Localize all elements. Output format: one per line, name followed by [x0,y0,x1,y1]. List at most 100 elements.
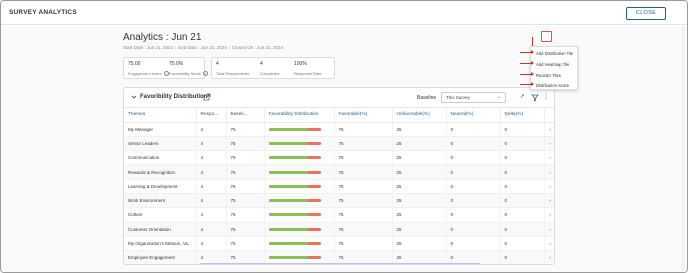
favorable-cell: 75 [334,236,393,252]
favorable-segment [268,184,308,188]
chevron-right-icon[interactable]: › [549,241,551,246]
column-header-baseline[interactable]: Baseli... [226,108,265,123]
table-row[interactable]: Work Environment 4 75 75 25 0 0 › [124,193,554,209]
chevron-right-icon[interactable]: › [549,198,551,203]
menu-item-distribution-score[interactable]: Distribution Score [536,83,569,88]
respondents-cell: 4 [196,222,227,237]
menu-item-reorder-tiles[interactable]: Reorder Tiles [536,73,561,78]
table-row[interactable]: Rewards & Recognition 4 75 75 25 0 0 › [124,164,554,180]
app-title: SURVEY ANALYTICS [9,9,77,16]
table-row[interactable]: My Manager 4 75 75 25 0 0 › [124,122,554,137]
favorable-segment [268,242,308,246]
horizontal-scrollbar[interactable] [200,263,480,264]
delta-cell: 0 [500,236,545,252]
row-actions[interactable]: › [544,164,554,180]
total-respondents-label: Total Respondents [216,71,250,76]
delta-cell: 0 [500,193,545,209]
row-actions[interactable]: › [544,122,554,137]
delta-cell: 0 [500,250,545,264]
column-header-favorable[interactable]: Favorable(%) [334,108,393,123]
row-actions[interactable]: › [544,193,554,209]
info-icon[interactable]: i [203,71,209,77]
favorability-table: Themes Respo... Baseli... Favorability D… [124,108,554,264]
chevron-right-icon[interactable]: › [549,255,551,260]
table-row[interactable]: My Organization's Mission, Va... 4 75 75 25 0… [124,236,554,252]
favorable-segment [268,127,308,131]
unfavorable-cell: 25 [392,122,447,137]
neutral-cell: 0 [446,179,501,194]
row-actions[interactable]: › [544,136,554,152]
favorable-segment [268,170,308,174]
completed-label: Completed [260,71,280,76]
chevron-right-icon[interactable]: › [549,212,551,217]
tile-options-button[interactable]: ⋮ [541,31,552,42]
row-actions[interactable]: › [544,222,554,237]
unfavorable-cell: 25 [392,136,447,152]
baseline-cell: 75 [226,193,265,209]
delta-cell: 0 [500,150,545,166]
vertical-scrollbar[interactable] [682,26,685,271]
external-link-icon[interactable] [203,93,211,101]
column-header-distribution[interactable]: Favorability Distribution [264,108,335,123]
row-actions[interactable]: › [544,150,554,166]
baseline-value: This Survey [446,95,470,100]
respondents-cell: 4 [196,207,227,223]
neutral-cell: 0 [446,236,501,252]
distribution-cell [264,207,335,223]
chevron-right-icon[interactable]: › [549,227,551,232]
row-actions[interactable]: › [544,207,554,223]
column-header-unfavorable[interactable]: Unfavorable(%) [392,108,447,123]
table-row[interactable]: Culture 4 75 75 25 0 0 › [124,207,554,223]
column-header-delta[interactable]: Delta(%) [500,108,545,123]
chevron-right-icon[interactable]: › [549,184,551,189]
table-row[interactable]: Customer Orientation 4 75 75 25 0 0 › [124,222,554,237]
chevron-right-icon[interactable]: › [549,127,551,132]
table-row[interactable]: Learning & Development 4 75 75 25 0 0 › [124,179,554,194]
chevron-right-icon[interactable]: › [549,170,551,175]
info-icon[interactable]: i [163,71,169,77]
unfavorable-cell: 25 [392,179,447,194]
favorability-bar [268,213,321,217]
column-header-neutral[interactable]: Neutral(%) [446,108,501,123]
total-respondents-value: 4 [216,61,219,67]
theme-cell: Senior Leaders [124,136,197,152]
close-button[interactable]: CLOSE [626,7,666,20]
table-row[interactable]: Senior Leaders 4 75 75 25 0 0 › [124,136,554,152]
row-actions[interactable]: › [544,236,554,252]
favorable-cell: 75 [334,150,393,166]
expand-icon[interactable]: ↗ [518,93,526,102]
menu-item-add-distribution-tile[interactable]: Add Distribution Tile [536,51,573,56]
more-options-icon[interactable]: ⋮ [542,93,550,102]
chevron-down-icon[interactable] [130,93,138,101]
column-header-respondents[interactable]: Respo... [196,108,227,123]
favorability-bar [268,141,321,145]
survey-dates: Start Date : Jun 21, 2024 | End Date : Jun… [123,45,283,50]
baseline-cell: 75 [226,150,265,166]
favorable-cell: 75 [334,164,393,180]
table-row[interactable]: Communication 4 75 75 25 0 0 › [124,150,554,166]
panel-header: Favoribility Distribution Baseline This … [124,88,554,108]
respondents-cell: 4 [196,179,227,194]
menu-item-add-heatmap-tile[interactable]: Add Heatmap Tile [536,62,569,67]
column-header-themes[interactable]: Themes [124,108,197,123]
favorability-bar [268,156,321,160]
chevron-right-icon[interactable]: › [549,155,551,160]
row-actions[interactable]: › [544,250,554,264]
annotation-arrow [520,61,534,65]
theme-cell: My Manager [124,122,197,137]
favorable-segment [268,213,308,217]
row-actions[interactable]: › [544,179,554,194]
baseline-select[interactable]: This Survey ⌄ [441,92,506,103]
page-title: Analytics : Jun 21 [123,32,202,43]
theme-cell: Customer Orientation [124,222,197,237]
distribution-cell [264,150,335,166]
more-options-icon: ⋮ [545,32,551,38]
engagement-index-value: 75.00 [128,61,141,67]
unfavorable-cell: 25 [392,236,447,252]
filter-icon[interactable] [531,93,539,102]
chevron-right-icon[interactable]: › [549,141,551,146]
survey-analytics-window: SURVEY ANALYTICS CLOSE Analytics : Jun 2… [0,0,688,273]
favorability-score-text: Favorability Score [169,71,202,76]
response-rate-label: Response Rate [294,71,322,76]
favorability-score-label: Favorability Score i [169,71,209,77]
